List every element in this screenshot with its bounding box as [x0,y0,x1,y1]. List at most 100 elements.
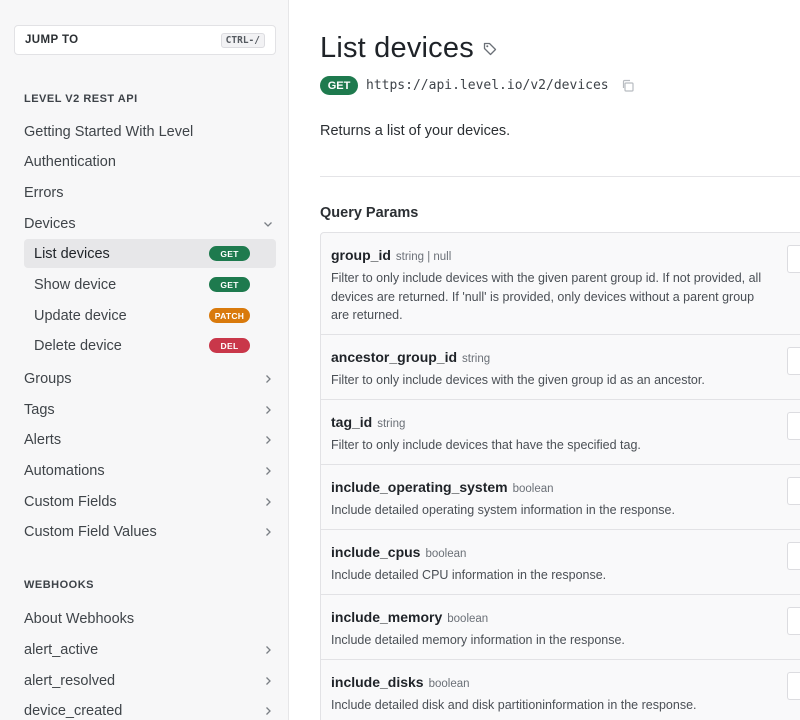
chevron-right-icon [260,703,276,719]
param-description: Include detailed memory information in t… [331,633,625,647]
sidebar-item-label: Devices [24,215,76,232]
jump-to-search[interactable]: JUMP TO CTRL-/ [14,25,276,55]
chevron-right-icon [260,494,276,510]
chevron-right-icon [260,371,276,387]
endpoint-url: https://api.level.io/v2/devices [366,78,609,93]
chevron-right-icon [260,402,276,418]
sidebar-item-groups[interactable]: Groups [24,364,276,393]
section-title-webhooks: WEBHOOKS [24,579,94,591]
sidebar-item-label: Alerts [24,431,62,448]
sidebar-item-label: device_created [24,702,123,719]
sidebar-item-getting-started[interactable]: Getting Started With Level [24,117,276,146]
param-type: boolean [447,613,489,625]
sidebar-item-label: Custom Fields [24,493,117,510]
jump-to-label: JUMP TO [25,34,79,46]
param-name: include_disks [331,674,424,690]
chevron-down-icon [260,216,276,232]
query-params-list: group_id string | null Filter to only inc… [320,232,800,720]
param-row-include-disks: include_disks boolean Include detailed di… [321,660,800,720]
param-description: Include detailed disk and disk partition… [331,698,697,712]
method-badge-get: GET [320,76,358,95]
sidebar-item-label: Errors [24,184,64,201]
param-value-input[interactable] [787,245,800,273]
sidebar-item-authentication[interactable]: Authentication [24,147,276,176]
sidebar-item-label: Show device [34,276,117,293]
param-description: Include detailed CPU information in the … [331,568,607,582]
sidebar-item-label: Tags [24,401,55,418]
chevron-right-icon [260,463,276,479]
tag-icon[interactable] [483,42,497,56]
param-value-input[interactable] [787,477,800,505]
sidebar-item-label: Authentication [24,153,116,170]
method-badge-del: DEL [209,338,250,353]
sidebar-item-alert-active[interactable]: alert_active [24,635,276,664]
query-params-title: Query Params [320,205,419,221]
param-value-input[interactable] [787,607,800,635]
param-name: include_operating_system [331,479,508,495]
param-row-include-operating-system: include_operating_system boolean Include … [321,465,800,530]
sidebar-item-show-device[interactable]: Show device GET [24,270,276,299]
chevron-right-icon [260,673,276,689]
param-type: string | null [395,251,452,263]
sidebar-item-alerts[interactable]: Alerts [24,425,276,454]
sidebar-item-label: Getting Started With Level [24,123,194,140]
param-type: boolean [425,548,467,560]
method-badge-get: GET [209,246,250,261]
chevron-right-icon [260,432,276,448]
sidebar-item-device-created[interactable]: device_created [24,696,276,720]
main-content: List devices GET https://api.level.io/v2… [290,0,800,720]
param-type: string [462,353,491,365]
sidebar-item-list-devices[interactable]: List devices GET [24,239,276,268]
sidebar-item-label: Groups [24,370,72,387]
sidebar-item-label: Update device [34,307,127,324]
param-value-input[interactable] [787,672,800,700]
sidebar-item-label: Custom Field Values [24,523,157,540]
sidebar: JUMP TO CTRL-/ LEVEL V2 REST API Getting… [0,0,289,720]
param-value-input[interactable] [787,412,800,440]
param-type: string [377,418,406,430]
keyboard-shortcut: CTRL-/ [220,32,265,48]
param-name: include_cpus [331,544,421,560]
param-name: ancestor_group_id [331,349,458,365]
param-description: Filter to only include devices that have… [331,438,641,452]
sidebar-item-automations[interactable]: Automations [24,456,276,485]
sidebar-item-alert-resolved[interactable]: alert_resolved [24,666,276,695]
title-row: List devices [320,32,497,65]
param-value-input[interactable] [787,347,800,375]
param-description: Filter to only include devices with the … [331,271,762,322]
method-badge-get: GET [209,277,250,292]
chevron-right-icon [260,642,276,658]
sidebar-item-errors[interactable]: Errors [24,178,276,207]
param-row-group-id: group_id string | null Filter to only inc… [321,233,800,335]
param-type: boolean [428,678,470,690]
sidebar-item-update-device[interactable]: Update device PATCH [24,301,276,330]
sidebar-item-devices[interactable]: Devices [24,209,276,238]
param-name: include_memory [331,609,443,625]
divider [320,176,800,177]
param-row-include-cpus: include_cpus boolean Include detailed CPU… [321,530,800,595]
page-title: List devices [320,32,474,64]
sidebar-item-custom-field-values[interactable]: Custom Field Values [24,517,276,546]
sidebar-item-about-webhooks[interactable]: About Webhooks [24,604,276,633]
param-name: tag_id [331,414,373,430]
param-value-input[interactable] [787,542,800,570]
param-name: group_id [331,247,391,263]
endpoint-description: Returns a list of your devices. [320,123,511,139]
sidebar-item-custom-fields[interactable]: Custom Fields [24,487,276,516]
param-row-include-memory: include_memory boolean Include detailed m… [321,595,800,660]
endpoint-row: GET https://api.level.io/v2/devices [320,76,634,95]
sidebar-item-label: List devices [34,245,110,262]
method-badge-patch: PATCH [209,308,250,323]
param-row-ancestor-group-id: ancestor_group_id string Filter to only i… [321,335,800,400]
sidebar-item-delete-device[interactable]: Delete device DEL [24,331,276,360]
section-title-rest-api: LEVEL V2 REST API [24,93,138,105]
param-row-tag-id: tag_id string Filter to only include devi… [321,400,800,465]
sidebar-item-label: alert_active [24,641,99,658]
copy-icon[interactable] [621,79,634,92]
sidebar-item-label: alert_resolved [24,672,116,689]
sidebar-item-label: Delete device [34,337,122,354]
param-description: Include detailed operating system inform… [331,503,675,517]
sidebar-item-tags[interactable]: Tags [24,395,276,424]
chevron-right-icon [260,524,276,540]
sidebar-item-label: Automations [24,462,105,479]
